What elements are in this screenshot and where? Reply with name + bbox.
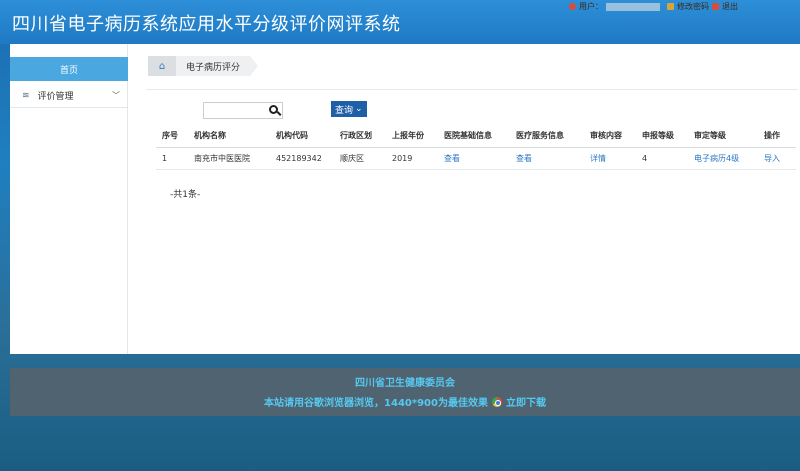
review-details-link[interactable]: 详情 [584, 147, 636, 170]
change-password-link[interactable]: 修改密码 [677, 1, 709, 12]
col-header-action: 操作 [758, 125, 796, 148]
search-input[interactable] [203, 102, 283, 119]
app-title: 四川省电子病历系统应用水平分级评价网评系统 [12, 14, 401, 35]
username-redacted [606, 2, 660, 11]
col-header-hospital-info: 医院基础信息 [438, 125, 510, 148]
main-content: 首页 ≋ 评价管理 ﹀ ⌂ 电子病历评分 查询 ⌄ 序号 机构名称 机构代码 行… [10, 44, 800, 354]
user-bar: 用户： 修改密码 退出 [569, 1, 738, 12]
search-icon[interactable] [269, 105, 278, 114]
chrome-icon [491, 396, 502, 407]
sidebar-item-evaluation[interactable]: ≋ 评价管理 ﹀ [10, 84, 128, 108]
col-header-approved-level: 审定等级 [688, 125, 758, 148]
col-header-review: 审核内容 [584, 125, 636, 148]
approved-level-link[interactable]: 电子病历4级 [688, 147, 758, 170]
cell-org-name: 南充市中医医院 [188, 147, 270, 170]
col-header-org-name: 机构名称 [188, 125, 270, 148]
logout-icon [712, 3, 719, 10]
cell-org-code: 452189342 [270, 147, 334, 170]
sidebar-item-label: 评价管理 [37, 92, 74, 102]
import-link[interactable]: 导入 [758, 147, 796, 170]
breadcrumb: ⌂ 电子病历评分 [148, 56, 259, 76]
table-header-row: 序号 机构名称 机构代码 行政区划 上报年份 医院基础信息 医疗服务信息 审核内… [156, 125, 796, 148]
user-label: 用户： [579, 2, 603, 11]
sidebar-item-label: 首页 [59, 65, 78, 76]
query-button[interactable]: 查询 ⌄ [331, 101, 367, 117]
footer: 四川省卫生健康委员会 本站请用谷歌浏览器浏览，1440*900为最佳效果 立即下… [10, 368, 800, 416]
col-header-region: 行政区划 [334, 125, 386, 148]
cell-region: 顺庆区 [334, 147, 386, 170]
view-service-info-link[interactable]: 查看 [510, 147, 584, 170]
download-link[interactable]: 立即下载 [506, 394, 546, 409]
home-icon[interactable]: ⌂ [148, 56, 176, 76]
sidebar-item-home[interactable]: 首页 [10, 57, 128, 81]
cell-declared-level: 4 [636, 147, 688, 170]
cell-index: 1 [156, 147, 188, 170]
col-header-declared-level: 申报等级 [636, 125, 688, 148]
cell-year: 2019 [386, 147, 438, 170]
col-header-org-code: 机构代码 [270, 125, 334, 148]
logout-link[interactable]: 退出 [722, 1, 738, 12]
col-header-index: 序号 [156, 125, 188, 148]
menu-icon: ≋ [22, 90, 30, 101]
key-icon [667, 3, 674, 10]
footer-browser-note-row: 本站请用谷歌浏览器浏览，1440*900为最佳效果 立即下载 [10, 394, 800, 409]
col-header-year: 上报年份 [386, 125, 438, 148]
footer-org-name: 四川省卫生健康委员会 [355, 378, 455, 389]
top-header: 四川省电子病历系统应用水平分级评价网评系统 用户： 修改密码 退出 [0, 0, 800, 44]
user-icon [569, 3, 576, 10]
query-button-label: 查询 [335, 105, 354, 116]
table-row: 1 南充市中医医院 452189342 顺庆区 2019 查看 查看 详情 4 … [156, 147, 796, 170]
results-table: 序号 机构名称 机构代码 行政区划 上报年份 医院基础信息 医疗服务信息 审核内… [156, 125, 796, 170]
chevron-down-icon: ⌄ [355, 104, 363, 114]
sidebar: 首页 ≋ 评价管理 ﹀ [10, 44, 128, 354]
total-count: -共1条- [170, 190, 201, 200]
col-header-service-info: 医疗服务信息 [510, 125, 584, 148]
view-hospital-info-link[interactable]: 查看 [438, 147, 510, 170]
result-panel: 查询 ⌄ 序号 机构名称 机构代码 行政区划 上报年份 医院基础信息 医疗服务信… [146, 89, 798, 239]
chevron-down-icon: ﹀ [112, 91, 120, 100]
breadcrumb-current: 电子病历评分 [176, 56, 259, 76]
footer-browser-note: 本站请用谷歌浏览器浏览，1440*900为最佳效果 [264, 398, 488, 409]
